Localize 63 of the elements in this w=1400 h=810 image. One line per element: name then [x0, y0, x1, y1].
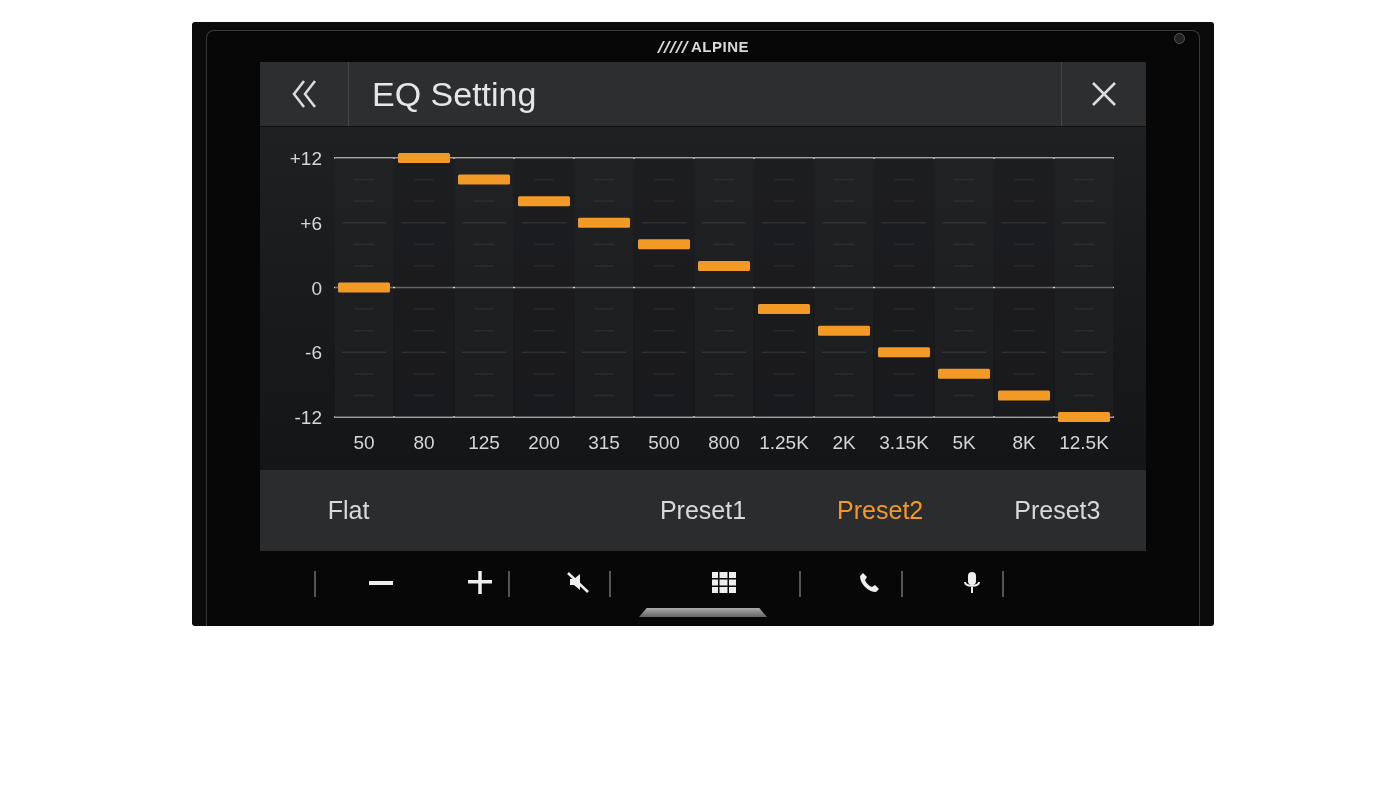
double-chevron-left-icon: [291, 79, 317, 109]
scale-label: +6: [300, 212, 322, 234]
eq-slider-thumb[interactable]: [638, 239, 690, 250]
minus-icon: [369, 581, 393, 585]
mute-icon: [566, 571, 590, 595]
plus-button[interactable]: [468, 571, 492, 595]
frequency-label: 500: [648, 432, 680, 453]
frequency-label: 1.25K: [759, 432, 809, 453]
frequency-label: 2K: [832, 432, 856, 453]
eq-band-slider[interactable]: [395, 153, 453, 417]
frequency-label: 50: [353, 432, 375, 453]
logo-stripes-icon: [657, 40, 689, 53]
frequency-label: 8K: [1012, 432, 1036, 453]
eq-band-slider[interactable]: [1055, 158, 1113, 422]
scale-label: -6: [305, 342, 322, 364]
frequency-label: 3.15K: [879, 432, 929, 453]
eq-slider-thumb[interactable]: [938, 368, 990, 379]
scale-label: +12: [289, 148, 322, 169]
frequency-label: 800: [708, 432, 740, 453]
screen-title: EQ Setting: [371, 73, 538, 115]
eq-band-slider[interactable]: [455, 158, 513, 417]
eq-band-slider[interactable]: [875, 158, 933, 417]
eq-slider-thumb[interactable]: [698, 261, 750, 271]
eq-slider-thumb[interactable]: [998, 390, 1050, 401]
frequency-label: 315: [588, 432, 620, 453]
eq-band-slider[interactable]: [935, 158, 993, 417]
eq-band-slider[interactable]: [635, 158, 693, 417]
scale-label: -12: [294, 407, 322, 428]
eq-slider-thumb[interactable]: [338, 282, 390, 293]
eq-slider-thumb[interactable]: [458, 174, 510, 185]
mute-button[interactable]: [566, 571, 590, 595]
phone-icon: [858, 571, 882, 595]
close-icon: [1091, 81, 1117, 107]
preset-tab[interactable]: Preset2: [831, 492, 930, 529]
preset-tab[interactable]: Preset1: [653, 492, 753, 529]
eq-band-slider[interactable]: [515, 158, 573, 417]
apps-grid-button[interactable]: [712, 571, 736, 595]
eq-slider-thumb[interactable]: [1058, 412, 1110, 422]
eq-band-slider[interactable]: [815, 158, 873, 417]
eq-slider-thumb[interactable]: [578, 217, 630, 228]
phone-button[interactable]: [858, 571, 882, 595]
eq-slider-thumb[interactable]: [518, 196, 570, 207]
frequency-label: 12.5K: [1059, 432, 1109, 453]
frequency-label: 200: [528, 432, 560, 453]
eq-band-slider[interactable]: [695, 158, 753, 417]
eq-band-slider[interactable]: [335, 158, 393, 417]
eq-band-slider[interactable]: [995, 158, 1053, 417]
plus-icon: [468, 571, 492, 595]
eq-slider-thumb[interactable]: [878, 347, 930, 358]
eq-slider-thumb[interactable]: [398, 153, 450, 163]
brand-logo: ALPINE: [691, 38, 749, 55]
apps-grid-icon: [712, 571, 736, 595]
eq-slider-thumb[interactable]: [758, 304, 810, 314]
eq-slider-thumb[interactable]: [818, 325, 870, 336]
frequency-label: 125: [468, 432, 500, 453]
eq-band-slider[interactable]: [755, 158, 813, 417]
scale-label: 0: [311, 277, 322, 299]
frequency-label: 80: [413, 432, 435, 453]
preset-tab[interactable]: Preset3: [1008, 492, 1107, 529]
camera-icon: [1174, 33, 1185, 44]
frequency-label: 5K: [952, 432, 976, 453]
eq-band-slider[interactable]: [575, 158, 633, 417]
preset-tab[interactable]: Flat: [321, 492, 376, 529]
